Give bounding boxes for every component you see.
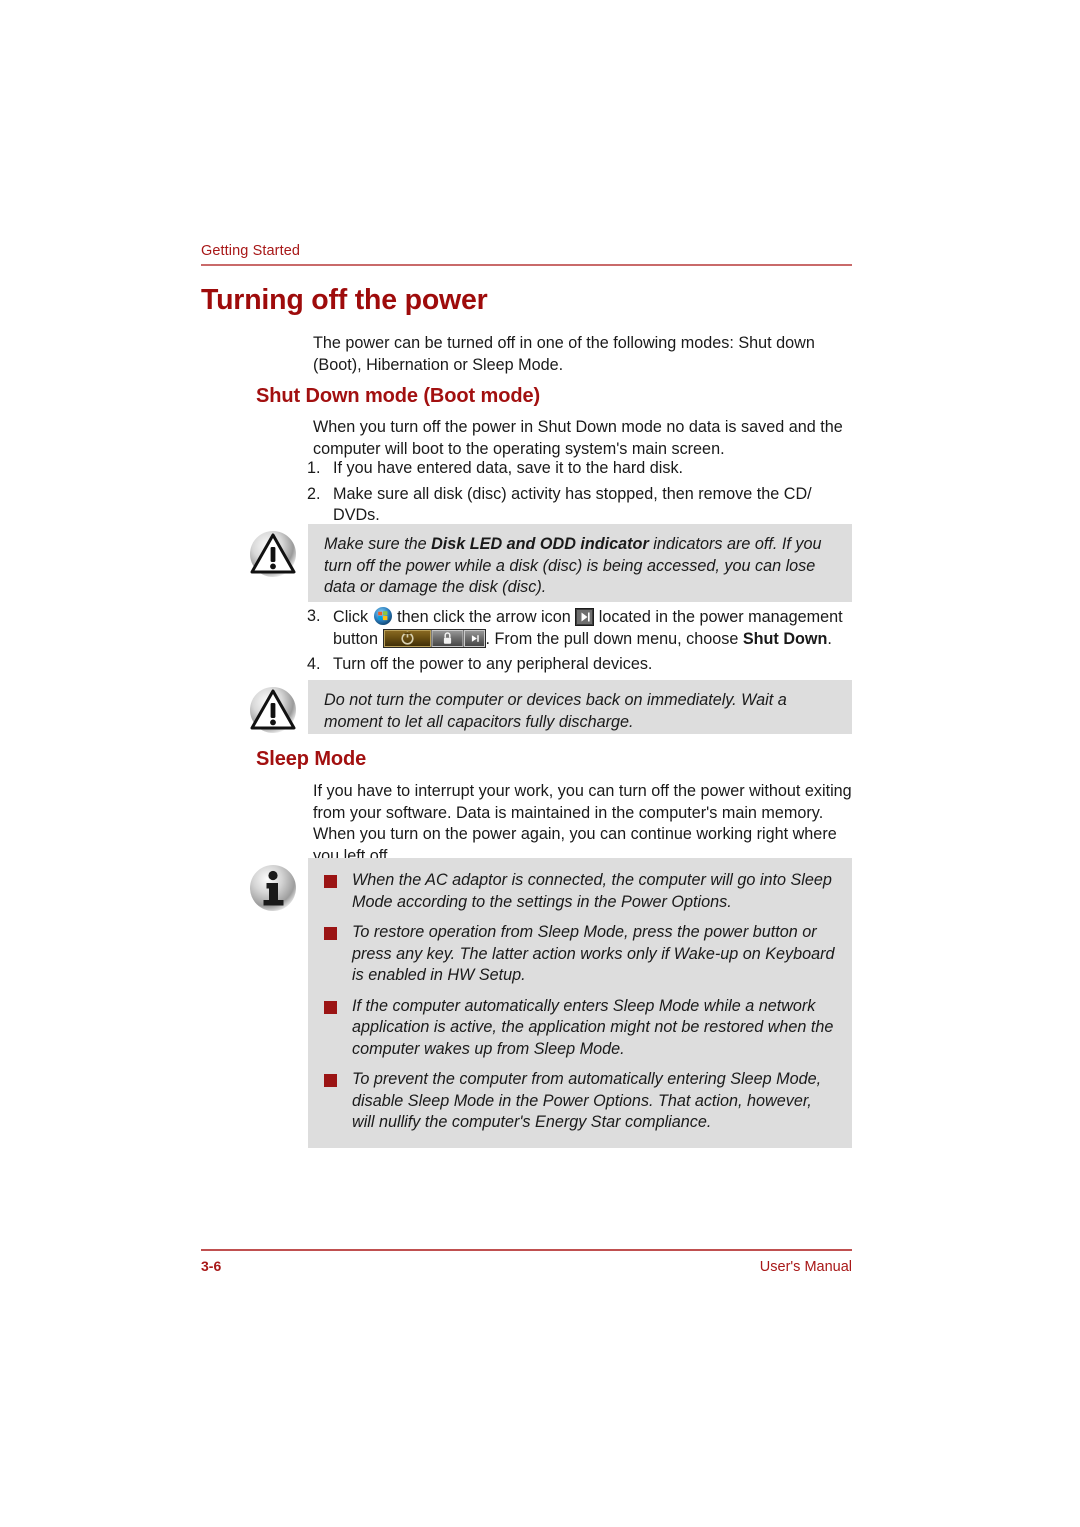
note-text: Do not turn the computer or devices back… [324, 691, 787, 731]
manual-label: User's Manual [759, 1259, 852, 1275]
step-text: If you have entered data, save it to the… [333, 459, 684, 477]
bullet-text: To restore operation from Sleep Mode, pr… [352, 923, 835, 984]
bullet-text: When the AC adaptor is connected, the co… [352, 871, 832, 911]
note-body: When the AC adaptor is connected, the co… [308, 858, 852, 1148]
section-label: Getting Started [201, 243, 301, 259]
warning-note-capacitors: Do not turn the computer or devices back… [247, 680, 852, 734]
list-item: To restore operation from Sleep Mode, pr… [324, 922, 838, 987]
list-item: 2. Make sure all disk (disc) activity ha… [307, 484, 855, 527]
page-number: 3-6 [201, 1258, 222, 1274]
manual-page: Getting Started Turning off the power Th… [0, 0, 1080, 1527]
step-text: Make sure all disk (disc) activity has s… [333, 484, 812, 525]
info-circle-icon [247, 862, 299, 914]
steps-list-second: 3. Click then click the arrow icon locat… [307, 606, 855, 680]
footer-row: 3-6 User's Manual [201, 1258, 852, 1275]
footer-rule [201, 1249, 852, 1251]
step-number: 1. [307, 459, 321, 477]
step-text: Click then click the arrow icon located … [333, 606, 843, 648]
warning-triangle-icon [247, 684, 299, 736]
warning-triangle-icon [247, 528, 299, 580]
step-number: 3. [307, 607, 321, 625]
note-body: Do not turn the computer or devices back… [308, 680, 852, 734]
list-item: To prevent the computer from automatical… [324, 1069, 838, 1134]
step-text: Turn off the power to any peripheral dev… [333, 655, 653, 673]
bullet-square-icon [324, 927, 337, 940]
step-number: 4. [307, 655, 321, 673]
list-item: If the computer automatically enters Sle… [324, 996, 838, 1061]
intro-paragraph: The power can be turned off in one of th… [313, 334, 815, 374]
sleep-paragraph: If you have to interrupt your work, you … [313, 782, 852, 865]
header-rule [201, 264, 852, 266]
list-item: 1. If you have entered data, save it to … [307, 458, 855, 480]
bullet-text: To prevent the computer from automatical… [352, 1070, 822, 1131]
arrow-right-icon[interactable] [575, 608, 595, 626]
heading-sleep-mode: Sleep Mode [256, 748, 367, 770]
page-footer: 3-6 User's Manual [201, 1249, 852, 1275]
heading-shut-down-mode: Shut Down mode (Boot mode) [256, 385, 541, 407]
steps-list-first: 1. If you have entered data, save it to … [307, 458, 855, 531]
step-number: 2. [307, 484, 321, 503]
bullet-square-icon [324, 875, 337, 888]
warning-note-disk-led: Make sure the Disk LED and ODD indicator… [247, 524, 852, 602]
info-bullet-list: When the AC adaptor is connected, the co… [324, 870, 838, 1134]
list-item: 4. Turn off the power to any peripheral … [307, 654, 855, 676]
shutdown-paragraph: When you turn off the power in Shut Down… [313, 418, 843, 458]
power-management-button-icon[interactable] [382, 628, 486, 648]
note-text: Make sure the Disk LED and ODD indicator… [324, 535, 822, 596]
bullet-square-icon [324, 1074, 337, 1087]
windows-start-orb-icon[interactable] [373, 606, 393, 626]
info-note-sleep-mode: When the AC adaptor is connected, the co… [247, 858, 852, 1148]
list-item: When the AC adaptor is connected, the co… [324, 870, 838, 913]
running-header: Getting Started [201, 242, 852, 266]
page-title: Turning off the power [201, 284, 488, 316]
bullet-square-icon [324, 1000, 337, 1014]
note-body: Make sure the Disk LED and ODD indicator… [308, 524, 852, 602]
bullet-text: If the computer automatically enters Sle… [352, 996, 834, 1058]
list-item: 3. Click then click the arrow icon locat… [307, 606, 855, 650]
